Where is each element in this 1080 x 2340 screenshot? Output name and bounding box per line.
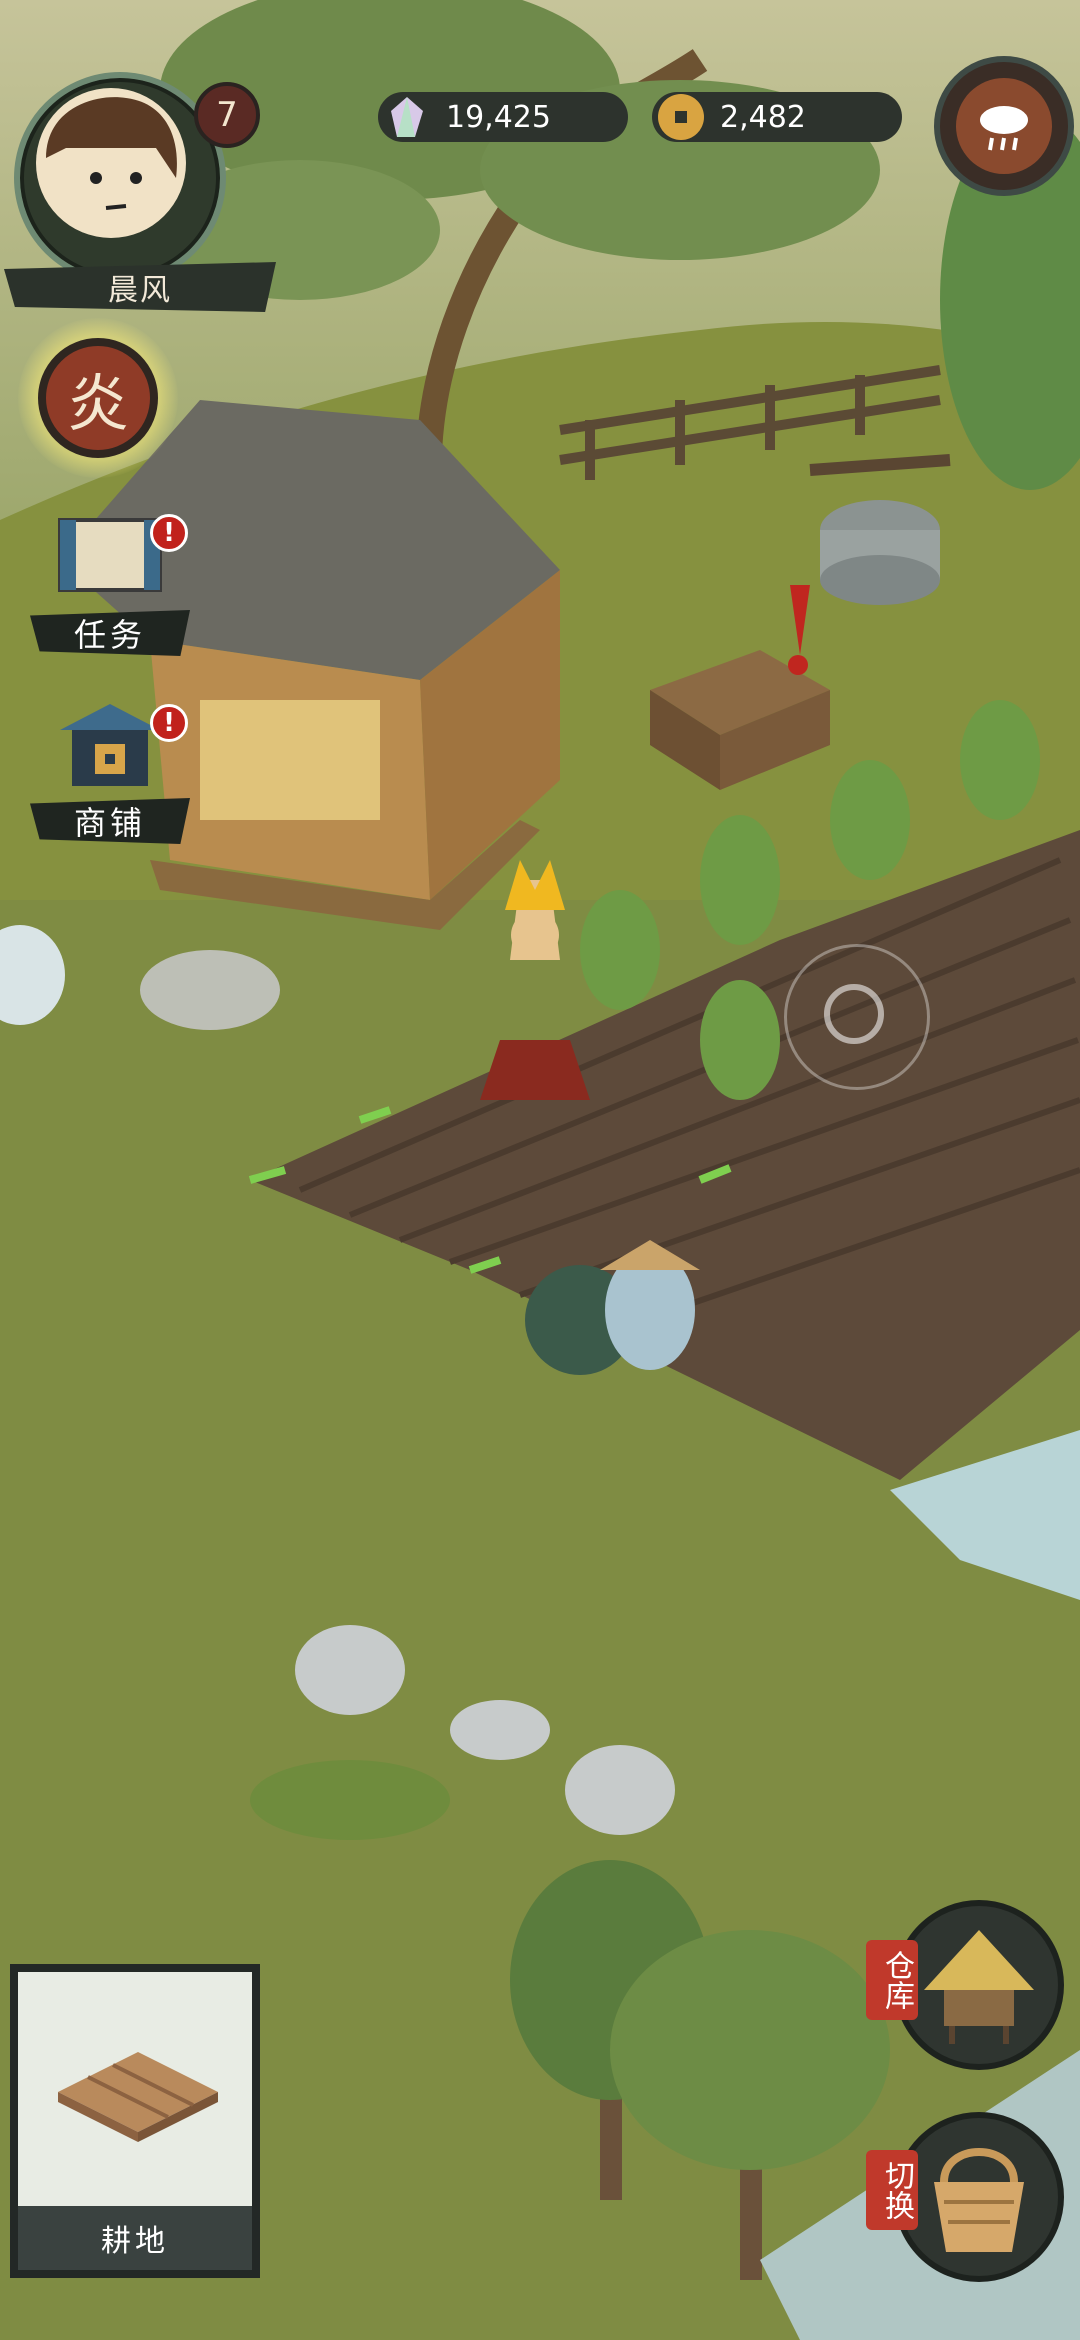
warehouse-label: 仓库: [866, 1940, 918, 2020]
player-name: 晨风: [4, 262, 276, 312]
hut-icon: [924, 1930, 1034, 2044]
crystal-count: 19,425: [446, 99, 551, 135]
quests-button[interactable]: ! 任务: [30, 510, 190, 660]
basket-icon: [934, 2148, 1024, 2252]
coin-count: 2,482: [720, 99, 806, 135]
fire-skill-button[interactable]: 炎: [38, 338, 158, 458]
shop-button[interactable]: ! 商铺: [30, 700, 190, 850]
switch-label: 切换: [866, 2150, 918, 2230]
switch-button[interactable]: [894, 2112, 1064, 2282]
farmland-tile-icon: [58, 2052, 218, 2142]
joystick-knob[interactable]: [824, 984, 884, 1044]
rain-cloud-icon: [956, 78, 1052, 174]
player-level-badge: 7: [194, 82, 260, 148]
build-card-farmland[interactable]: 耕地: [10, 1964, 260, 2278]
weather-button[interactable]: [934, 56, 1074, 196]
crystal-icon: [384, 94, 430, 140]
coin-counter[interactable]: 2,482: [652, 92, 902, 142]
player-avatar[interactable]: [36, 88, 186, 238]
warehouse-button[interactable]: [894, 1900, 1064, 2070]
shop-label: 商铺: [30, 798, 190, 844]
crystal-counter[interactable]: 19,425: [378, 92, 628, 142]
avatar-portrait-icon: [46, 97, 177, 210]
coin-icon: [658, 94, 704, 140]
shop-alert-badge: !: [150, 704, 188, 742]
quests-alert-badge: !: [150, 514, 188, 552]
quests-label: 任务: [30, 610, 190, 656]
build-card-title: 耕地: [18, 2206, 252, 2270]
fire-skill-glyph: 炎: [66, 367, 129, 440]
